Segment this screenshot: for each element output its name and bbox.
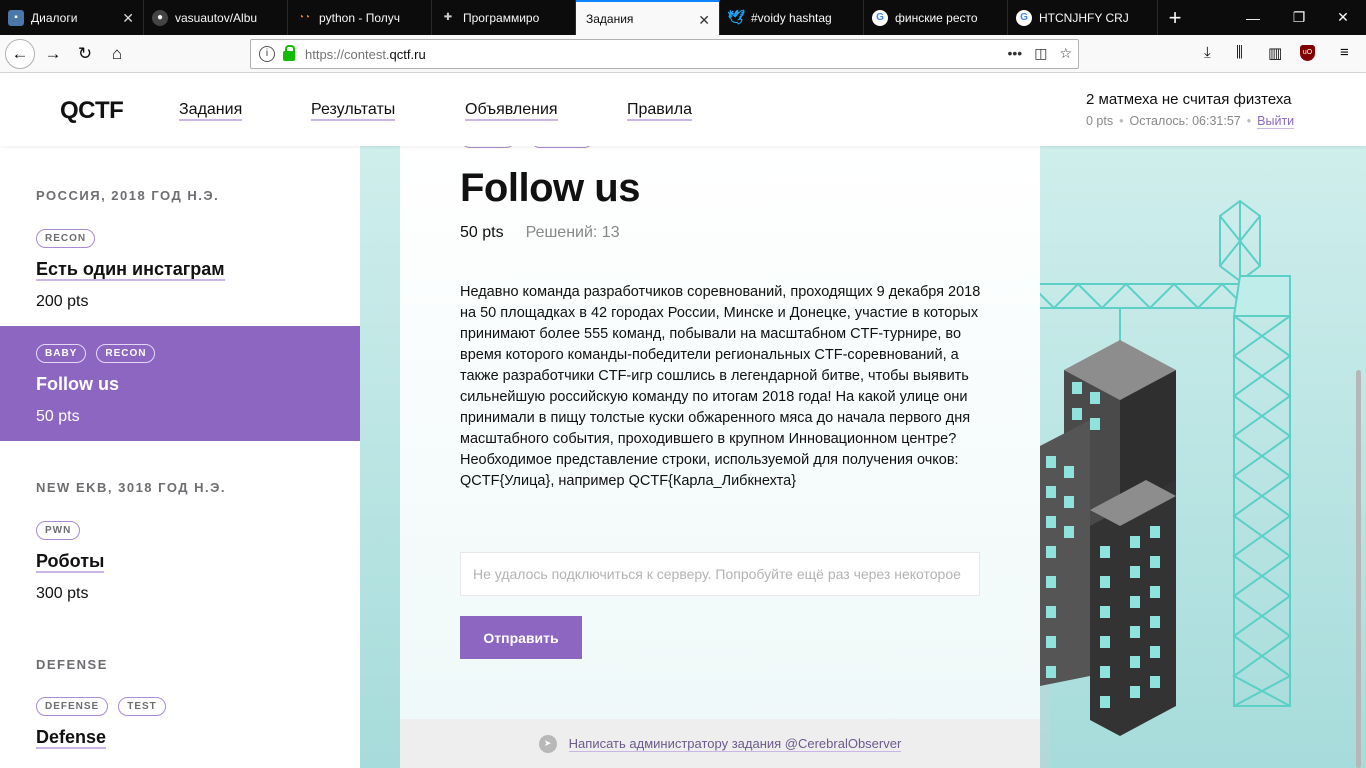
section-title: DEFENSE	[36, 657, 108, 672]
task-tag: RECON	[36, 229, 96, 248]
tab-title: финские ресто	[895, 10, 978, 25]
tab-title: Программиро	[463, 10, 540, 25]
nav-tasks[interactable]: Задания	[179, 101, 243, 121]
task-card: Follow us 50 pts Решений: 13 Недавно кома…	[400, 138, 1040, 768]
address-bar[interactable]: i https://contest.qctf.ru ••• ◫ ☆	[250, 39, 1079, 69]
telegram-icon: ➤	[538, 734, 557, 753]
browser-tab[interactable]: ▪ Диалоги ✕	[0, 0, 144, 35]
browser-nav-bar: ← → ↻ ⌂ i https://contest.qctf.ru ••• ◫ …	[0, 35, 1366, 73]
browser-tab-bar: ▪ Диалоги ✕ ● vasuautov/Albu ◔◔ python -…	[0, 0, 1366, 35]
task-points: 300 pts	[36, 585, 89, 602]
browser-tab[interactable]: G финские ресто	[864, 0, 1008, 35]
tab-title: Диалоги	[31, 10, 78, 25]
tab-title: python - Получ	[319, 10, 400, 25]
task-meta: 50 pts Решений: 13	[460, 224, 620, 242]
task-tag: RECON	[96, 344, 156, 363]
tab-title: Задания	[586, 11, 634, 26]
page-scrollbar[interactable]	[1356, 370, 1361, 768]
back-button[interactable]: ←	[5, 39, 35, 69]
browser-tab[interactable]: ✚ Программиро	[432, 0, 576, 35]
task-points: 50 pts	[36, 408, 80, 425]
url-domain: qctf.ru	[389, 46, 426, 62]
browser-tab[interactable]: G HTCNJHFY CRJ	[1008, 0, 1158, 35]
tab-title: HTCNJHFY CRJ	[1039, 10, 1129, 25]
tab-title: vasuautov/Albu	[175, 10, 258, 25]
task-heading: Follow us	[460, 166, 640, 210]
task-tag: DEFENSE	[36, 697, 109, 716]
close-window-icon[interactable]: ✕	[1320, 0, 1366, 35]
google-icon: G	[872, 9, 888, 26]
browser-tab[interactable]: ◔◔ python - Получ	[288, 0, 432, 35]
twitter-icon: 🕊	[727, 9, 745, 25]
browser-tab[interactable]: 🕊 #voidy hashtag	[720, 0, 864, 35]
close-tab-icon[interactable]: ✕	[122, 10, 134, 27]
task-tag: PWN	[36, 521, 81, 540]
nav-results[interactable]: Результаты	[311, 101, 396, 121]
task-title: Defense	[36, 727, 107, 749]
task-title: Есть один инстаграм	[36, 259, 225, 281]
team-name: 2 матмеха не считая физтеха	[1086, 91, 1292, 108]
logout-link[interactable]: Выйти	[1257, 114, 1295, 129]
close-tab-icon[interactable]: ✕	[698, 12, 710, 29]
submit-button[interactable]: Отправить	[460, 616, 582, 659]
github-icon: ●	[152, 9, 168, 26]
site-header: QCTF Задания Результаты Объявления Прави…	[0, 73, 1366, 146]
download-icon[interactable]: ⤓	[1204, 44, 1211, 61]
team-points: 0 pts	[1086, 114, 1114, 128]
task-sidebar: РОССИЯ, 2018 ГОД Н.Э. RECON Есть один ин…	[0, 146, 360, 768]
restore-icon[interactable]: ❐	[1276, 0, 1322, 35]
section-title: NEW EKB, 3018 ГОД Н.Э.	[36, 480, 227, 495]
task-tag: BABY	[36, 344, 87, 363]
contact-admin[interactable]: ➤ Написать администратору задания @Cereb…	[400, 719, 1040, 768]
game-icon: ✚	[443, 12, 453, 23]
task-tag: TEST	[118, 697, 166, 716]
nav-announcements[interactable]: Объявления	[465, 101, 558, 121]
reload-button[interactable]: ↻	[70, 39, 100, 69]
dark-building-illustration	[1040, 340, 1176, 736]
browser-tab[interactable]: ● vasuautov/Albu	[144, 0, 288, 35]
home-button[interactable]: ⌂	[102, 39, 132, 69]
task-points: 50 pts	[460, 224, 504, 241]
tab-title: #voidy hashtag	[751, 10, 832, 25]
task-title: Роботы	[36, 551, 105, 573]
time-left: Осталось: 06:31:57	[1129, 114, 1241, 128]
task-title: Follow us	[36, 374, 119, 394]
site-logo[interactable]: QCTF	[60, 97, 124, 125]
page-actions-icon[interactable]: •••	[1007, 45, 1022, 62]
url-text: https://contest.qctf.ru	[305, 47, 426, 62]
task-description: Недавно команда разработчиков соревнован…	[460, 284, 981, 489]
lock-icon	[283, 45, 295, 61]
task-points: 200 pts	[36, 293, 89, 310]
minimize-icon[interactable]: —	[1230, 0, 1276, 35]
forward-button[interactable]: →	[38, 39, 68, 69]
section-title: РОССИЯ, 2018 ГОД Н.Э.	[36, 188, 220, 203]
ublock-icon[interactable]: uO	[1300, 45, 1315, 61]
bookmark-star-icon[interactable]: ☆	[1059, 45, 1072, 62]
vk-icon: ▪	[8, 9, 24, 26]
glasses-icon: ◔◔	[297, 12, 311, 23]
hamburger-menu-icon[interactable]: ≡	[1340, 44, 1349, 61]
new-tab-button[interactable]: +	[1158, 0, 1192, 35]
sidebar-icon[interactable]: ▥	[1268, 44, 1282, 62]
browser-tab-active[interactable]: Задания ✕	[576, 0, 720, 35]
google-icon: G	[1016, 9, 1032, 26]
team-status: 0 pts • Осталось: 06:31:57 • Выйти	[1086, 114, 1295, 129]
url-prefix: https://contest.	[305, 46, 390, 62]
task-solved-count: Решений: 13	[525, 224, 620, 241]
nav-rules[interactable]: Правила	[627, 101, 692, 121]
info-icon[interactable]: i	[259, 46, 275, 62]
task-item-active[interactable]: BABY RECON Follow us 50 pts	[0, 326, 360, 441]
flag-input[interactable]	[460, 552, 980, 596]
pocket-icon[interactable]: ◫	[1034, 45, 1047, 62]
contact-admin-link[interactable]: Написать администратору задания @Cerebra…	[568, 736, 902, 752]
library-icon[interactable]: ⫼	[1236, 44, 1243, 61]
